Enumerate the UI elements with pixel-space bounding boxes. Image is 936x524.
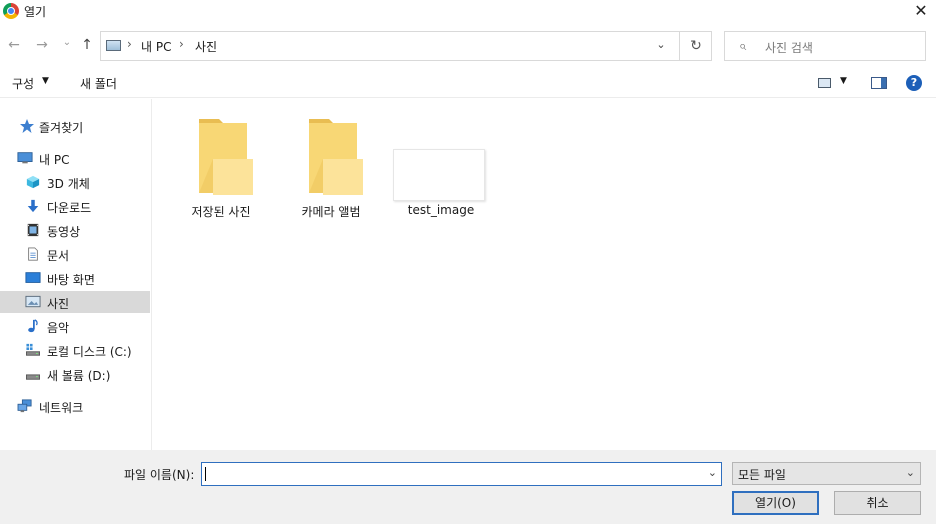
text-cursor	[205, 467, 206, 481]
sidebar-item-label: 음악	[47, 321, 70, 335]
refresh-icon[interactable]: ↻	[679, 32, 712, 60]
search-icon: ⌕	[739, 39, 747, 54]
new-folder-button[interactable]: 새 폴더	[80, 75, 117, 92]
search-box[interactable]: ⌕ 사진 검색	[724, 31, 926, 61]
open-button[interactable]: 열기(O)	[732, 491, 819, 515]
sidebar-item-downloads[interactable]: 다운로드	[0, 195, 150, 217]
organize-button[interactable]: 구성	[12, 75, 34, 92]
folder-item-camera-roll[interactable]: 카메라 앨범	[279, 99, 383, 219]
filename-history-dropdown-icon[interactable]: ⌄	[708, 466, 717, 479]
file-list-view: 저장된 사진 카메라 앨범 test_image	[153, 99, 936, 450]
close-button[interactable]: ✕	[906, 0, 936, 22]
pictures-location-icon	[106, 40, 121, 51]
sidebar-item-label: 사진	[47, 297, 70, 311]
search-placeholder: 사진 검색	[765, 41, 813, 55]
sidebar-item-desktop[interactable]: 바탕 화면	[0, 267, 150, 289]
network-icon	[17, 399, 32, 413]
breadcrumb-pictures[interactable]: 사진	[195, 38, 217, 55]
desktop-icon	[25, 272, 41, 283]
file-type-value: 모든 파일	[738, 468, 786, 482]
file-label: test_image	[407, 203, 475, 217]
file-type-select[interactable]: 모든 파일 ⌄	[732, 462, 921, 485]
title-bar: 열기 ✕	[0, 0, 936, 22]
folder-item-saved-pictures[interactable]: 저장된 사진	[169, 99, 273, 219]
folder-icon	[199, 119, 253, 195]
help-icon[interactable]: ?	[906, 75, 922, 91]
organize-caret-icon[interactable]: ▼	[42, 76, 49, 86]
sidebar-item-3d-objects[interactable]: 3D 개체	[0, 171, 150, 193]
forward-arrow-icon[interactable]: →	[33, 36, 51, 54]
view-options-caret-icon[interactable]: ▼	[840, 76, 847, 86]
recent-locations-chevron-icon[interactable]: ⌄	[58, 34, 76, 52]
sidebar-item-pictures[interactable]: 사진	[0, 291, 150, 313]
filename-input[interactable]: ⌄	[201, 462, 722, 486]
chrome-icon	[3, 3, 19, 19]
sidebar-item-new-volume-d[interactable]: 새 볼륨 (D:)	[0, 363, 150, 385]
document-icon	[28, 247, 38, 261]
file-item-test-image[interactable]: test_image	[389, 99, 493, 217]
sidebar-item-local-disk-c[interactable]: 로컬 디스크 (C:)	[0, 339, 150, 361]
navigation-pane: 즐겨찾기 내 PC 3D 개체 다운로드 동영상 문서 바탕 화면 사진 음악 …	[0, 99, 152, 450]
folder-label: 저장된 사진	[191, 205, 251, 219]
sidebar-item-label: 로컬 디스크 (C:)	[47, 345, 132, 359]
window-title: 열기	[24, 5, 47, 19]
sidebar-item-label: 새 볼륨 (D:)	[47, 369, 111, 383]
sidebar-item-network[interactable]: 네트워크	[0, 395, 150, 417]
dialog-footer: 파일 이름(N): ⌄ 모든 파일 ⌄ 열기(O) 취소	[0, 450, 936, 524]
breadcrumb-this-pc[interactable]: 내 PC	[141, 38, 171, 55]
video-icon	[27, 223, 39, 237]
filename-label: 파일 이름(N):	[124, 468, 195, 482]
address-bar[interactable]: › 내 PC › 사진 ⌄ ↻	[100, 31, 712, 61]
cancel-button[interactable]: 취소	[834, 491, 921, 515]
sidebar-item-documents[interactable]: 문서	[0, 243, 150, 265]
sidebar-item-label: 바탕 화면	[47, 273, 95, 287]
folder-icon	[309, 119, 363, 195]
sidebar-item-label: 동영상	[47, 225, 81, 239]
back-arrow-icon[interactable]: ←	[5, 36, 23, 54]
breadcrumb-separator: ›	[127, 37, 132, 51]
sidebar-item-label: 3D 개체	[47, 177, 90, 191]
address-dropdown-icon[interactable]: ⌄	[652, 38, 670, 51]
sidebar-item-music[interactable]: 음악	[0, 315, 150, 337]
preview-pane-icon[interactable]	[871, 77, 887, 89]
sidebar-item-label: 즐겨찾기	[39, 121, 84, 135]
star-icon	[20, 119, 34, 133]
breadcrumb-separator[interactable]: ›	[179, 37, 184, 51]
view-options-icon[interactable]	[818, 78, 831, 88]
sidebar-item-quick-access[interactable]: 즐겨찾기	[0, 115, 150, 137]
sidebar-item-label: 네트워크	[39, 401, 84, 415]
sidebar-item-videos[interactable]: 동영상	[0, 219, 150, 241]
sidebar-item-this-pc[interactable]: 내 PC	[0, 147, 150, 169]
drive-c-icon	[26, 343, 40, 356]
sidebar-item-label: 문서	[47, 249, 70, 263]
sidebar-item-label: 내 PC	[39, 153, 70, 167]
navigation-bar: ← → ⌄ ↑ › 내 PC › 사진 ⌄ ↻ ⌕ 사진 검색	[0, 30, 936, 62]
drive-d-icon	[26, 374, 40, 380]
pictures-icon	[25, 295, 41, 308]
cube-icon	[26, 175, 40, 189]
chevron-down-icon: ⌄	[905, 466, 915, 479]
up-arrow-icon[interactable]: ↑	[78, 36, 96, 54]
command-bar: 구성 ▼ 새 폴더 ▼ ?	[0, 68, 936, 98]
sidebar-item-label: 다운로드	[47, 201, 92, 215]
folder-label: 카메라 앨범	[301, 205, 361, 219]
music-icon	[28, 319, 38, 333]
computer-icon	[17, 152, 33, 164]
download-icon	[27, 199, 39, 213]
